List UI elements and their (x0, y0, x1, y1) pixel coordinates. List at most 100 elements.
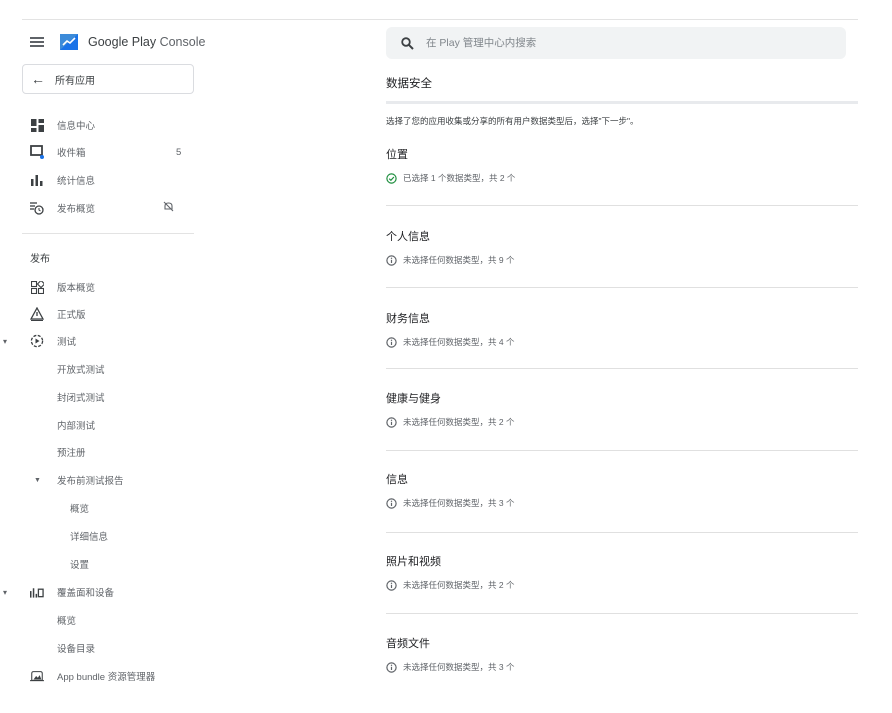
category-status-text: 未选择任何数据类型，共 2 个 (403, 417, 515, 427)
expanded-indicator-icon: ▾ (3, 336, 8, 346)
search-input[interactable] (424, 36, 808, 50)
dashboard-icon (30, 118, 44, 132)
brand-header: Google Play Console (30, 31, 205, 53)
sidebar-item-production[interactable]: 正式版 (0, 302, 205, 326)
data-category-photos-videos[interactable]: 照片和视频 未选择任何数据类型，共 2 个 (386, 553, 858, 591)
sidebar-item-release-overview[interactable]: 版本概览 (0, 275, 205, 299)
inbox-count-badge: 5 (176, 146, 182, 158)
bar-chart-icon (30, 173, 44, 187)
category-status-text: 已选择 1 个数据类型，共 2 个 (403, 173, 516, 183)
info-icon (386, 661, 397, 673)
sidebar-item-label: 覆盖面和设备 (57, 588, 115, 599)
info-icon (386, 254, 397, 266)
category-status: 未选择任何数据类型，共 2 个 (386, 416, 858, 428)
sidebar-item-open-testing[interactable]: 开放式测试 (0, 357, 205, 381)
sidebar-item-label: 收件箱 (57, 148, 86, 159)
sidebar-item-reach-overview[interactable]: 概览 (0, 608, 205, 632)
sidebar-item-dashboard[interactable]: 信息中心 (0, 113, 205, 137)
menu-icon[interactable] (30, 37, 44, 47)
data-category-audio-files[interactable]: 音频文件 未选择任何数据类型，共 3 个 (386, 635, 858, 673)
sidebar-item-statistics[interactable]: 统计信息 (0, 168, 205, 192)
sidebar-item-label: 发布前测试报告 (57, 476, 124, 487)
sidebar-item-label: 预注册 (57, 448, 86, 459)
collapse-caret-icon[interactable]: ▼ (34, 477, 41, 484)
data-category-messages[interactable]: 信息 未选择任何数据类型，共 3 个 (386, 471, 858, 509)
sidebar-item-prelaunch-report[interactable]: ▼ 发布前测试报告 (0, 468, 205, 492)
data-category-location[interactable]: 位置 已选择 1 个数据类型，共 2 个 (386, 146, 858, 184)
data-category-financial-info[interactable]: 财务信息 未选择任何数据类型，共 4 个 (386, 310, 858, 348)
info-icon (386, 416, 397, 428)
sidebar-item-bundle-explorer[interactable]: App bundle 资源管理器 (0, 664, 205, 688)
intro-text: 选择了您的应用收集或分享的所有用户数据类型后，选择"下一步"。 (386, 116, 639, 126)
sidebar-item-label: 概览 (57, 616, 77, 627)
category-divider (386, 613, 858, 614)
play-console-logo (60, 34, 78, 50)
bundle-explorer-icon (30, 669, 44, 683)
sidebar-item-label: 正式版 (57, 310, 86, 321)
info-icon (386, 336, 397, 348)
sidebar-item-reach-devices[interactable]: ▾ 覆盖面和设备 (0, 580, 205, 604)
category-title: 照片和视频 (386, 556, 441, 568)
sidebar-item-label: 发布概览 (57, 204, 96, 215)
sidebar-item-preregistration[interactable]: 预注册 (0, 440, 205, 464)
release-overview-icon (30, 280, 44, 294)
category-title: 音频文件 (386, 638, 430, 650)
sidebar-item-label: 详细信息 (70, 532, 109, 543)
sidebar-item-label: 统计信息 (57, 176, 96, 187)
sidebar-item-label: 概览 (70, 504, 90, 515)
category-divider (386, 368, 858, 369)
category-status: 未选择任何数据类型，共 3 个 (386, 661, 858, 673)
category-status: 已选择 1 个数据类型，共 2 个 (386, 172, 858, 184)
info-icon (386, 497, 397, 509)
sidebar-item-publishing-overview[interactable]: 发布概览 (0, 196, 205, 220)
expanded-indicator-icon: ▾ (3, 587, 8, 597)
sidebar-item-internal-testing[interactable]: 内部测试 (0, 413, 205, 437)
category-divider (386, 205, 858, 206)
sidebar-item-inbox[interactable]: 收件箱 5 (0, 140, 205, 164)
info-icon (386, 579, 397, 591)
category-title: 个人信息 (386, 231, 430, 243)
back-arrow-icon: ← (31, 71, 45, 87)
publishing-overview-icon (30, 201, 44, 215)
category-title: 财务信息 (386, 313, 430, 325)
category-status: 未选择任何数据类型，共 3 个 (386, 497, 858, 509)
all-apps-button[interactable]: ← 所有应用 (22, 64, 194, 94)
sidebar-item-label: 信息中心 (57, 121, 96, 132)
sidebar-item-label: 开放式测试 (57, 365, 105, 376)
section-heading-release: 发布 (30, 254, 50, 265)
category-title: 位置 (386, 149, 408, 161)
all-apps-label: 所有应用 (55, 75, 95, 87)
page-title: 数据安全 (386, 78, 432, 90)
category-divider (386, 450, 858, 451)
category-title: 信息 (386, 474, 408, 486)
sidebar-item-closed-testing[interactable]: 封闭式测试 (0, 385, 205, 409)
category-status: 未选择任何数据类型，共 2 个 (386, 579, 858, 591)
category-status: 未选择任何数据类型，共 4 个 (386, 336, 858, 348)
sidebar-item-report-details[interactable]: 详细信息 (0, 524, 205, 548)
sidebar-item-label: 设置 (70, 560, 90, 571)
sidebar-item-label: App bundle 资源管理器 (57, 672, 156, 683)
data-category-personal-info[interactable]: 个人信息 未选择任何数据类型，共 9 个 (386, 228, 858, 266)
sidebar-item-device-catalog[interactable]: 设备目录 (0, 636, 205, 660)
sidebar-divider (22, 233, 194, 234)
sidebar-item-label: 设备目录 (57, 644, 96, 655)
sidebar-item-label: 内部测试 (57, 421, 96, 432)
category-status-text: 未选择任何数据类型，共 2 个 (403, 580, 515, 590)
inbox-icon (30, 145, 44, 159)
check-circle-icon (386, 172, 397, 184)
sidebar-item-testing[interactable]: ▾ 测试 (0, 329, 205, 353)
sidebar-item-report-overview[interactable]: 概览 (0, 496, 205, 520)
sidebar-item-label: 测试 (57, 337, 77, 348)
data-category-health-fitness[interactable]: 健康与健身 未选择任何数据类型，共 2 个 (386, 390, 858, 428)
title-divider (386, 101, 858, 104)
brand-name: Google Play Console (88, 35, 206, 49)
reach-devices-icon (30, 585, 44, 599)
sidebar-item-report-settings[interactable]: 设置 (0, 552, 205, 576)
category-title: 健康与健身 (386, 393, 441, 405)
category-status-text: 未选择任何数据类型，共 9 个 (403, 255, 515, 265)
category-status-text: 未选择任何数据类型，共 3 个 (403, 498, 515, 508)
testing-icon (30, 334, 44, 348)
category-divider (386, 532, 858, 533)
category-divider (386, 287, 858, 288)
search-bar[interactable] (386, 27, 846, 59)
